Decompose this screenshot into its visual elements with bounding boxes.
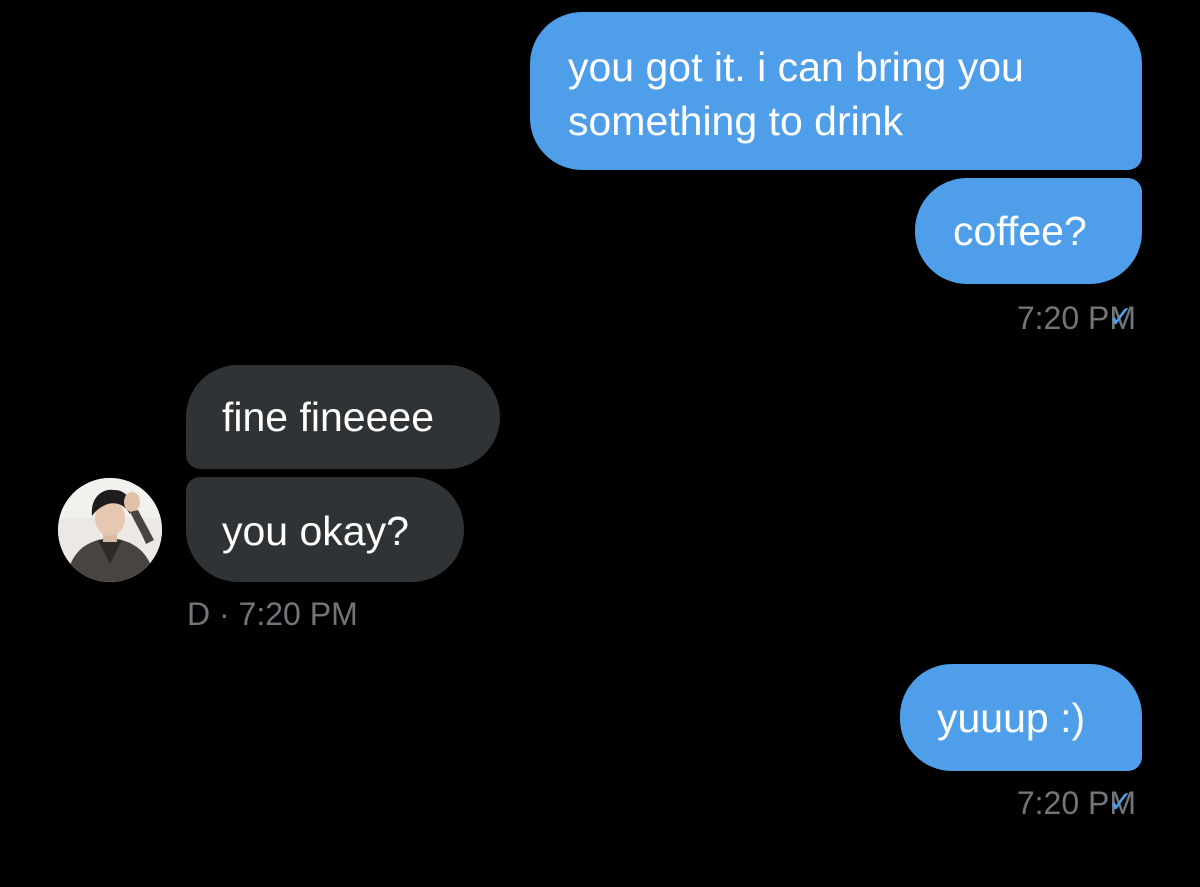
sender-timestamp: D · 7:20 PM (187, 596, 358, 632)
incoming-message-bubble[interactable]: you okay? (186, 477, 464, 582)
read-receipt-check-icon: ✓ (1108, 786, 1134, 819)
sender-avatar[interactable] (58, 478, 162, 582)
incoming-message-bubble[interactable]: fine fineeee (186, 365, 500, 469)
outgoing-message-bubble[interactable]: yuuup :) (900, 664, 1142, 771)
dm-conversation: you got it. i can bring you something to… (0, 0, 1200, 887)
outgoing-message-bubble[interactable]: coffee? (915, 178, 1142, 284)
user-avatar-photo-icon (58, 478, 162, 582)
read-receipt-check-icon: ✓ (1108, 301, 1134, 334)
outgoing-message-bubble[interactable]: you got it. i can bring you something to… (530, 12, 1142, 170)
